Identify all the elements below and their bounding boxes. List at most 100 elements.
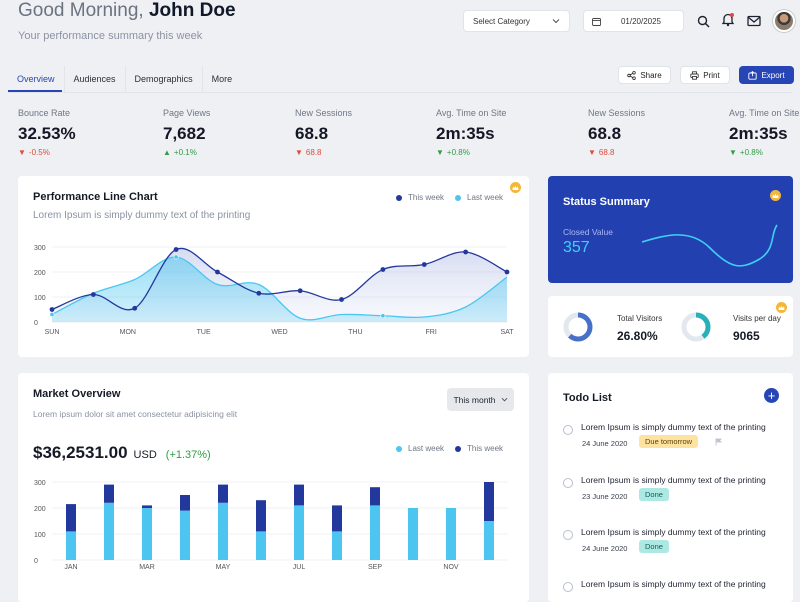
total-visitors-value: 26.80% (617, 329, 658, 343)
flag-icon[interactable] (715, 438, 722, 446)
bar-last-week (66, 531, 76, 560)
bar-last-week (180, 510, 190, 560)
share-label: Share (640, 70, 662, 80)
todo-card (548, 373, 793, 602)
total-visitors-ring (563, 312, 593, 342)
print-button[interactable]: Print (680, 66, 730, 84)
data-point-last-week (173, 254, 179, 260)
add-todo-button[interactable]: + (764, 388, 779, 403)
market-currency: USD (133, 449, 157, 461)
bar-this-week (256, 500, 266, 532)
closed-value: 357 (563, 239, 590, 256)
bar-last-week (142, 508, 152, 560)
market-bar-chart: 0 100 200 300 JAN MAR MAY JUL SEP NOV (34, 480, 508, 571)
x-tick-label: MON (120, 329, 136, 336)
arrow-down-icon: ▼ (729, 148, 737, 157)
period-label: This month (453, 394, 496, 405)
search-icon[interactable] (695, 13, 711, 29)
kpi-change-value: +0.8% (739, 148, 763, 157)
category-select-label: Select Category (473, 16, 530, 26)
x-tick-label: FRI (426, 329, 437, 336)
y-tick-label: 200 (34, 506, 46, 513)
export-icon (748, 70, 758, 80)
kpi-label: Avg. Time on Site (729, 108, 800, 118)
calendar-icon (592, 17, 601, 26)
y-tick-label: 100 (34, 295, 46, 302)
tab-demographics[interactable]: Demographics (126, 66, 203, 92)
data-point-this-week (421, 262, 427, 267)
visits-per-day-label: Visits per day (733, 314, 781, 323)
closed-value-label: Closed Value (563, 227, 613, 237)
data-point-last-week (380, 313, 386, 319)
bar-this-week (66, 504, 76, 532)
legend-this-week: This week (396, 193, 444, 202)
tab-more[interactable]: More (203, 66, 242, 92)
kpi-avg-time-2: Avg. Time on Site 2m:35s ▼ +0.8% (729, 108, 799, 157)
date-picker[interactable]: 01/20/2025 (583, 10, 684, 32)
kpi-label: New Sessions (295, 108, 353, 118)
kpi-change-value: 68.8 (598, 148, 615, 157)
legend-last-week: Last week (396, 444, 444, 453)
kpi-page-views: Page Views 7,682 ▲ +0.1% (163, 108, 210, 157)
bar-last-week (408, 508, 418, 560)
market-change: (+1.37%) (165, 449, 211, 461)
todo-checkbox[interactable] (563, 582, 573, 592)
bar-last-week (218, 502, 228, 560)
bar-this-week (180, 495, 190, 511)
market-subtitle: Lorem ipsum dolor sit amet consectetur a… (33, 409, 238, 419)
bar-this-week (104, 484, 114, 503)
bar-last-week (104, 502, 114, 560)
export-button[interactable]: Export (739, 66, 794, 84)
x-tick-label: MAR (139, 564, 155, 571)
kpi-change-value: -0.5% (28, 148, 50, 157)
printer-icon (690, 70, 699, 80)
status-sparkline (641, 224, 778, 267)
print-label: Print (703, 70, 720, 80)
kpi-change: ▼ +0.8% (436, 148, 506, 157)
share-button[interactable]: Share (618, 66, 671, 84)
kpi-label: Page Views (163, 108, 211, 118)
arrow-down-icon: ▼ (588, 148, 596, 157)
todo-checkbox[interactable] (563, 478, 573, 488)
category-select[interactable]: Select Category (463, 10, 570, 32)
chevron-down-icon (501, 397, 507, 402)
kpi-new-sessions: New Sessions 68.8 ▼ 68.8 (295, 108, 352, 157)
data-point-this-week (215, 269, 220, 275)
notification-bell-icon[interactable] (720, 11, 736, 27)
avatar[interactable] (773, 10, 795, 32)
todo-badge: Done (639, 488, 669, 501)
x-tick-label: TUE (197, 329, 211, 336)
market-title: Market Overview (33, 388, 121, 400)
data-point-last-week (49, 312, 55, 318)
todo-checkbox[interactable] (563, 425, 573, 435)
data-point-this-week (463, 249, 469, 255)
todo-text: Lorem Ipsum is simply dummy text of the … (581, 422, 766, 432)
legend-dot (455, 194, 461, 201)
tab-overview[interactable]: Overview (8, 66, 65, 92)
kpi-change: ▲ +0.1% (163, 148, 210, 157)
mail-icon[interactable] (746, 13, 762, 29)
x-tick-label: SEP (368, 564, 382, 571)
data-point-this-week (49, 307, 55, 312)
greeting-prefix: Good Morning, (18, 0, 144, 21)
chevron-down-icon (552, 19, 560, 24)
kpi-change: ▼ -0.5% (18, 148, 76, 157)
visits-per-day-ring (681, 312, 711, 342)
bar-last-week (256, 531, 266, 560)
period-select[interactable]: This month (447, 388, 514, 411)
status-title: Status Summary (563, 196, 650, 208)
todo-text: Lorem Ipsum is simply dummy text of the … (581, 579, 766, 589)
bar-last-week (446, 508, 456, 560)
kpi-value: 68.8 (588, 124, 622, 143)
bar-last-week (294, 505, 304, 560)
todo-text: Lorem Ipsum is simply dummy text of the … (581, 475, 766, 485)
tab-audiences[interactable]: Audiences (65, 66, 126, 92)
data-point-this-week (90, 292, 96, 297)
x-tick-label: MAY (216, 564, 231, 571)
kpi-change-value: 68.8 (305, 148, 322, 157)
bar-last-week (370, 505, 380, 560)
todo-checkbox[interactable] (563, 530, 573, 540)
tabs-divider (8, 92, 792, 93)
greeting: Good Morning, John Doe (18, 0, 236, 22)
bar-this-week (370, 487, 380, 506)
